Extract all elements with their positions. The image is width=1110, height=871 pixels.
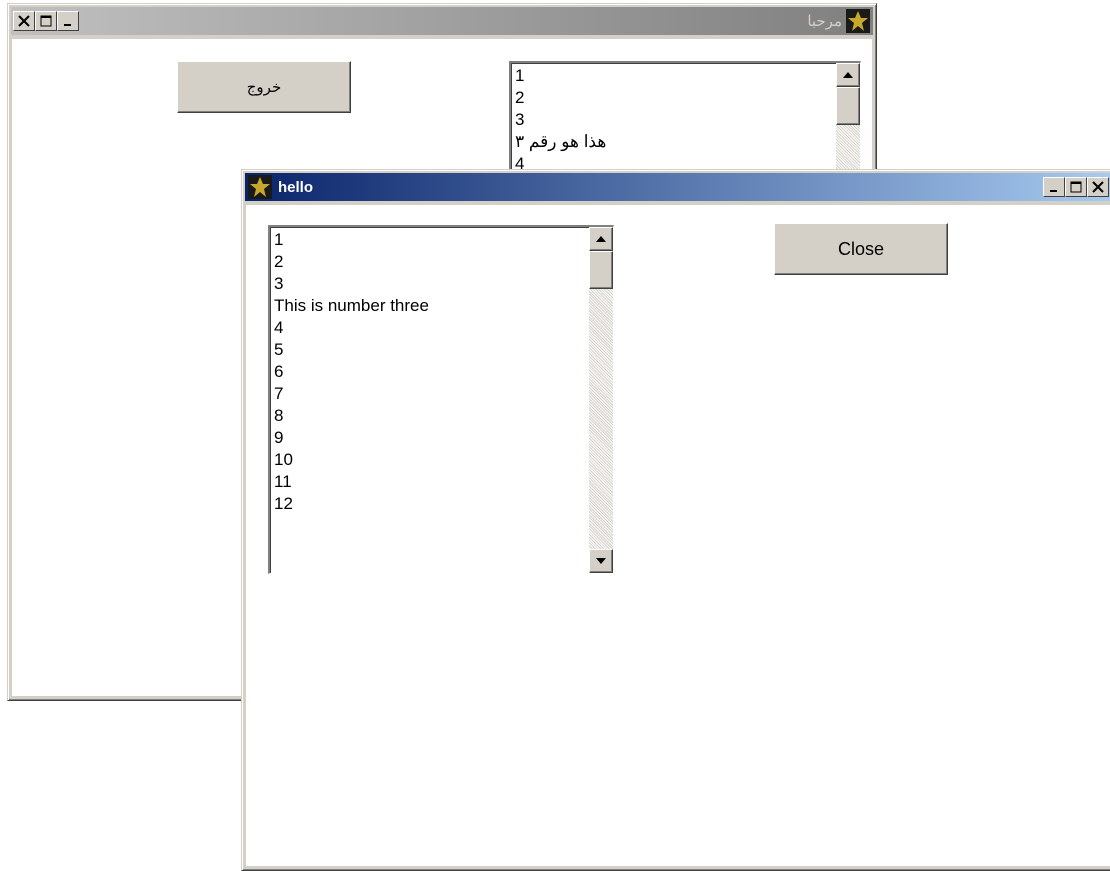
- minimize-button[interactable]: [57, 11, 79, 31]
- gold-star-icon: [248, 175, 272, 199]
- close-button[interactable]: Close: [774, 223, 948, 275]
- gold-star-icon: [846, 9, 870, 33]
- list-item[interactable]: 5: [272, 339, 585, 361]
- close-button[interactable]: [13, 11, 35, 31]
- scroll-thumb[interactable]: [589, 251, 613, 289]
- list-item[interactable]: 3: [272, 273, 585, 295]
- close-icon: [1092, 181, 1104, 193]
- list-item[interactable]: هذا هو رقم ٣: [513, 131, 832, 153]
- list-item[interactable]: 1: [513, 65, 832, 87]
- maximize-button[interactable]: [1065, 177, 1087, 197]
- list-item[interactable]: 6: [272, 361, 585, 383]
- scroll-thumb[interactable]: [836, 87, 860, 125]
- scroll-up-button[interactable]: [836, 63, 860, 87]
- close-button-label: Close: [837, 238, 885, 259]
- hello-window-title-group: hello: [248, 175, 313, 199]
- scroll-up-button[interactable]: [589, 227, 613, 251]
- hello-window: hello 123 This is number three 4 5 6 7 8…: [241, 169, 1110, 871]
- close-button[interactable]: [1087, 177, 1109, 197]
- hello-window-caption-buttons: [1043, 177, 1109, 197]
- up-arrow-icon: [596, 236, 606, 242]
- list-item[interactable]: 10: [272, 449, 585, 471]
- list-item[interactable]: This is number three: [272, 295, 585, 317]
- up-arrow-icon: [843, 72, 853, 78]
- maximize-icon: [1070, 181, 1082, 193]
- maximize-icon: [40, 15, 52, 27]
- number-listbox[interactable]: 123 This is number three 4 5 6 7 8 9 10 11 12: [268, 225, 614, 574]
- minimize-icon: [1050, 190, 1057, 192]
- hello-window-titlebar[interactable]: hello: [245, 173, 1110, 201]
- exit-button-label: خروج: [246, 79, 282, 96]
- list-item[interactable]: 11: [272, 471, 585, 493]
- window-title: مرحبا: [807, 13, 842, 30]
- list-item[interactable]: 2: [513, 87, 832, 109]
- window-title: hello: [278, 178, 314, 196]
- minimize-button[interactable]: [1043, 177, 1065, 197]
- list-item[interactable]: 2: [272, 251, 585, 273]
- down-arrow-icon: [596, 558, 606, 564]
- arabic-window-title-group: مرحبا: [807, 9, 870, 33]
- number-list-items: 123 This is number three 4 5 6 7 8 9 10 11 12: [272, 229, 585, 515]
- minimize-icon: [64, 24, 71, 26]
- arabic-window-titlebar[interactable]: مرحبا: [11, 7, 873, 35]
- list-item[interactable]: 9: [272, 427, 585, 449]
- scroll-down-button[interactable]: [589, 549, 613, 573]
- list-item[interactable]: 12: [272, 493, 585, 515]
- hello-window-client: 123 This is number three 4 5 6 7 8 9 10 11 12 Clo…: [246, 205, 1110, 866]
- exit-button[interactable]: خروج: [177, 61, 351, 113]
- number-listbox-scrollbar[interactable]: [589, 227, 613, 573]
- maximize-button[interactable]: [35, 11, 57, 31]
- list-item[interactable]: 1: [272, 229, 585, 251]
- list-item[interactable]: 3: [513, 109, 832, 131]
- list-item[interactable]: 7: [272, 383, 585, 405]
- arabic-window-caption-buttons: [13, 11, 79, 31]
- close-icon: [18, 15, 30, 27]
- list-item[interactable]: 8: [272, 405, 585, 427]
- list-item[interactable]: 4: [272, 317, 585, 339]
